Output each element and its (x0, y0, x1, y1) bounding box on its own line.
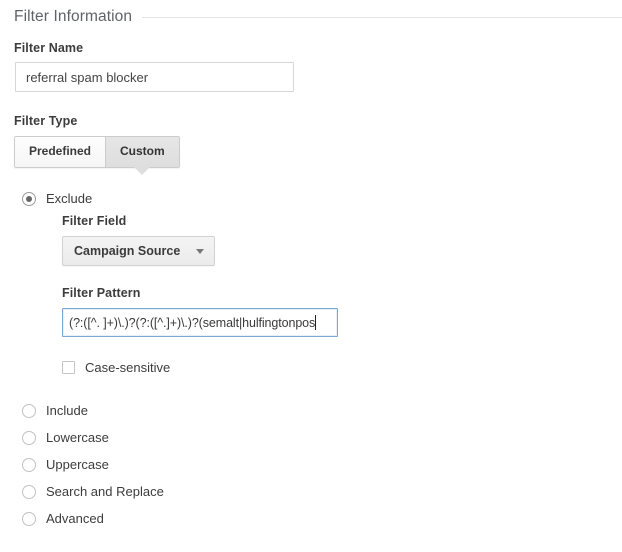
filter-pattern-input[interactable]: (?:([^. ]+)\.)?(?:([^.]+)\.)?(semalt|hul… (62, 308, 338, 337)
case-sensitive-checkbox[interactable] (62, 361, 75, 374)
radio-lowercase-indicator[interactable] (22, 431, 36, 445)
filter-type-label: Filter Type (14, 114, 78, 128)
filter-name-value: referral spam blocker (26, 69, 149, 85)
case-sensitive-checkbox-row[interactable]: Case-sensitive (62, 361, 170, 374)
filter-field-selected-value: Campaign Source (74, 244, 181, 258)
radio-option-include[interactable]: Include (22, 404, 88, 418)
radio-search-and-replace-label: Search and Replace (46, 484, 164, 499)
header-divider (142, 16, 622, 18)
radio-option-search-and-replace[interactable]: Search and Replace (22, 485, 164, 499)
radio-include-indicator[interactable] (22, 404, 36, 418)
radio-include-label: Include (46, 403, 88, 418)
case-sensitive-label: Case-sensitive (85, 360, 171, 375)
filter-information-panel: Filter Information Filter Name referral … (0, 0, 622, 552)
radio-advanced-indicator[interactable] (22, 512, 36, 526)
radio-exclude-label: Exclude (46, 191, 93, 206)
text-caret (315, 315, 317, 330)
tab-predefined[interactable]: Predefined (15, 137, 106, 167)
filter-pattern-label: Filter Pattern (62, 286, 141, 300)
filter-name-input[interactable]: referral spam blocker (15, 62, 294, 92)
chevron-down-icon (196, 248, 205, 254)
radio-exclude-indicator[interactable] (22, 192, 36, 206)
radio-lowercase-label: Lowercase (46, 430, 109, 445)
radio-option-uppercase[interactable]: Uppercase (22, 458, 109, 472)
radio-uppercase-label: Uppercase (46, 457, 109, 472)
tab-custom[interactable]: Custom (105, 137, 179, 175)
radio-advanced-label: Advanced (46, 511, 104, 526)
filter-field-select[interactable]: Campaign Source (62, 236, 216, 266)
radio-uppercase-indicator[interactable] (22, 458, 36, 472)
radio-search-and-replace-indicator[interactable] (22, 485, 36, 499)
filter-pattern-value: (?:([^. ]+)\.)?(?:([^.]+)\.)?(semalt|hul… (69, 315, 316, 330)
page-title: Filter Information (14, 8, 133, 25)
radio-option-lowercase[interactable]: Lowercase (22, 431, 109, 445)
radio-option-advanced[interactable]: Advanced (22, 512, 104, 526)
radio-option-exclude[interactable]: Exclude (22, 192, 92, 206)
filter-type-tab-group: Predefined Custom (14, 136, 180, 175)
filter-field-label: Filter Field (62, 214, 127, 228)
filter-name-label: Filter Name (14, 41, 84, 55)
section-header: Filter Information (14, 8, 622, 26)
